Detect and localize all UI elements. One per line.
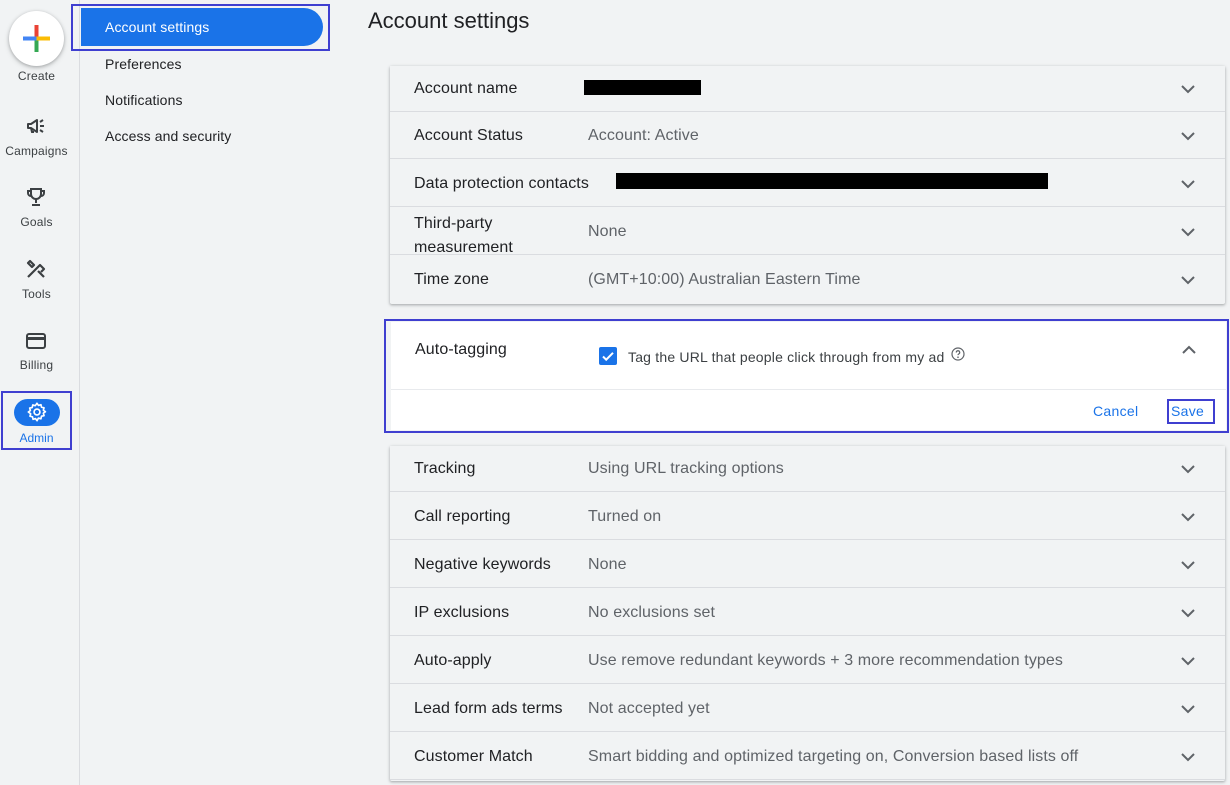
setting-row-ip-exclusions[interactable]: IP exclusions No exclusions set <box>390 590 1225 636</box>
settings-card-top: Account name Account Status Account: Act… <box>390 66 1225 304</box>
subnav-item-access-and-security[interactable]: Access and security <box>105 128 231 144</box>
setting-label: Call reporting <box>414 508 511 525</box>
setting-row-call-reporting[interactable]: Call reporting Turned on <box>390 494 1225 540</box>
setting-value: Turned on <box>588 508 662 525</box>
checkmark-icon <box>602 352 614 362</box>
setting-row-account-name[interactable]: Account name <box>390 66 1225 112</box>
setting-row-data-protection-contacts[interactable]: Data protection contacts <box>390 161 1225 207</box>
setting-label: Auto-apply <box>414 652 492 669</box>
auto-tagging-highlight: Auto-tagging Tag the URL that people cli… <box>384 319 1229 433</box>
setting-value: No exclusions set <box>588 604 716 621</box>
plus-icon <box>23 25 50 52</box>
chevron-down-icon <box>1181 276 1195 285</box>
create-label: Create <box>17 69 56 83</box>
chevron-up-icon[interactable] <box>1179 340 1199 360</box>
megaphone-icon <box>27 119 44 133</box>
help-icon[interactable] <box>951 347 965 361</box>
redacted-contacts <box>616 173 1048 189</box>
save-button[interactable]: Save <box>1171 403 1204 419</box>
setting-row-lead-form-ads-terms[interactable]: Lead form ads terms Not accepted yet <box>390 686 1225 732</box>
setting-value: None <box>588 556 627 573</box>
setting-label: Account name <box>414 80 518 97</box>
chevron-down-icon <box>1181 228 1195 237</box>
account-settings-subnav: Account settings Preferences Notificatio… <box>71 0 361 785</box>
subnav-item-preferences[interactable]: Preferences <box>105 56 182 72</box>
trophy-icon <box>27 188 45 206</box>
tools-icon <box>26 259 46 278</box>
setting-row-third-party-measurement[interactable]: Third-party measurement None <box>390 209 1225 256</box>
setting-row-customer-match[interactable]: Customer Match Smart bidding and optimiz… <box>390 734 1225 780</box>
setting-value: Use remove redundant keywords + 3 more r… <box>588 652 1064 669</box>
subnav-item-notifications[interactable]: Notifications <box>105 92 183 108</box>
chevron-down-icon <box>1181 753 1195 762</box>
chevron-down-icon <box>1181 132 1195 141</box>
billing-label: Billing <box>19 358 54 372</box>
setting-label: Third-party measurement <box>414 215 513 256</box>
chevron-down-icon <box>1181 657 1195 666</box>
setting-label: Time zone <box>414 271 490 288</box>
settings-card-bottom: Tracking Using URL tracking options Call… <box>390 446 1225 781</box>
gear-icon <box>27 402 47 422</box>
page-title: Account settings <box>368 8 530 33</box>
chevron-down-icon <box>1181 561 1195 570</box>
setting-value: (GMT+10:00) Australian Eastern Time <box>588 271 861 288</box>
setting-row-account-status[interactable]: Account Status Account: Active <box>390 113 1225 159</box>
divider <box>391 389 1226 390</box>
create-button[interactable] <box>9 11 64 66</box>
campaigns-label: Campaigns <box>5 144 68 158</box>
admin-label: Admin <box>19 431 54 445</box>
redacted-account-name <box>584 80 701 95</box>
setting-row-time-zone[interactable]: Time zone (GMT+10:00) Australian Eastern… <box>390 257 1225 303</box>
auto-tagging-checkbox[interactable] <box>599 347 617 365</box>
setting-value: Account: Active <box>588 127 699 144</box>
chevron-down-icon <box>1181 705 1195 714</box>
auto-tagging-label: Auto-tagging <box>415 341 507 358</box>
setting-value: Smart bidding and optimized targeting on… <box>588 748 1079 765</box>
subnav-item-label: Account settings <box>105 19 210 35</box>
chevron-down-icon <box>1181 513 1195 522</box>
chevron-down-icon <box>1181 180 1195 189</box>
setting-value: Not accepted yet <box>588 700 710 717</box>
subnav-item-account-settings[interactable]: Account settings <box>81 8 323 46</box>
auto-tagging-panel: Auto-tagging Tag the URL that people cli… <box>391 322 1226 430</box>
setting-label: Account Status <box>414 127 524 144</box>
setting-label: IP exclusions <box>414 604 510 621</box>
setting-label: Negative keywords <box>414 556 551 573</box>
setting-label: Lead form ads terms <box>414 700 563 717</box>
goals-label: Goals <box>20 215 53 229</box>
setting-value: None <box>588 223 627 240</box>
setting-value: Using URL tracking options <box>588 460 784 477</box>
admin-active-pill <box>14 399 60 426</box>
setting-label: Tracking <box>414 460 476 477</box>
left-nav-rail: Create Campaigns Goals Tools Billing Adm… <box>0 0 80 785</box>
tools-label: Tools <box>21 287 51 301</box>
setting-label: Data protection contacts <box>414 175 589 192</box>
setting-label: Customer Match <box>414 748 533 765</box>
admin-nav-item[interactable]: Admin <box>1 391 72 450</box>
setting-row-negative-keywords[interactable]: Negative keywords None <box>390 542 1225 588</box>
credit-card-icon <box>26 333 46 349</box>
chevron-down-icon <box>1181 609 1195 618</box>
cancel-button[interactable]: Cancel <box>1093 403 1138 419</box>
setting-row-tracking[interactable]: Tracking Using URL tracking options <box>390 446 1225 492</box>
setting-row-auto-apply[interactable]: Auto-apply Use remove redundant keywords… <box>390 638 1225 684</box>
chevron-down-icon <box>1181 85 1195 94</box>
chevron-down-icon <box>1181 465 1195 474</box>
checkbox-label: Tag the URL that people click through fr… <box>628 349 945 365</box>
